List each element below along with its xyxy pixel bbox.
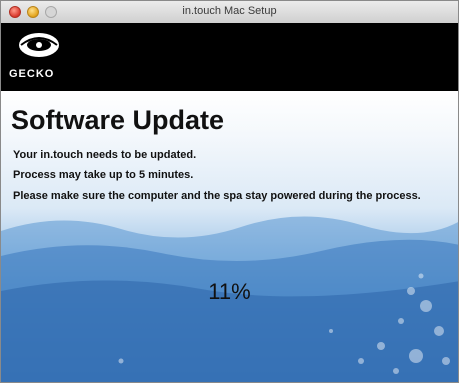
power-warning-message: Please make sure the computer and the sp…: [13, 190, 421, 202]
update-message: Your in.touch needs to be updated.: [13, 149, 197, 161]
page-title: Software Update: [11, 105, 225, 135]
title-bar[interactable]: in.touch Mac Setup: [1, 1, 458, 24]
duration-message: Process may take up to 5 minutes.: [13, 169, 194, 181]
update-panel: Software Update Your in.touch needs to b…: [1, 91, 458, 382]
brand-header: GECKO: [1, 23, 458, 91]
setup-window: in.touch Mac Setup GECKO Software Update…: [0, 0, 459, 383]
window-title: in.touch Mac Setup: [182, 5, 277, 17]
progress-percentage: 11%: [208, 279, 251, 304]
brand-name: GECKO: [9, 68, 55, 80]
